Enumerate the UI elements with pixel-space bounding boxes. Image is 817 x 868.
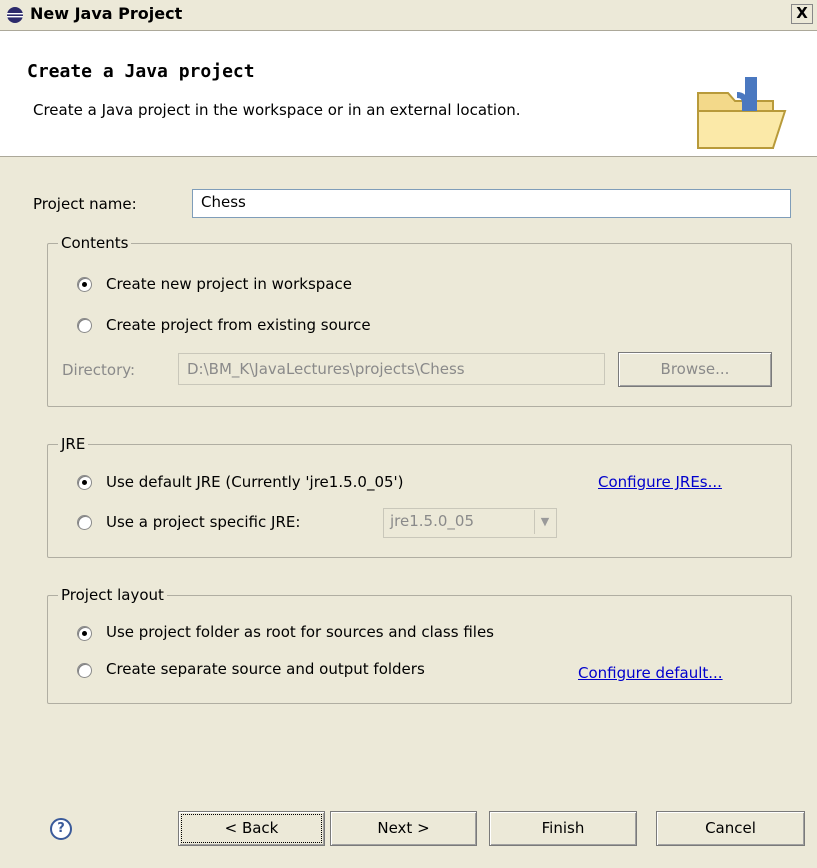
chevron-down-icon[interactable]: ▼ bbox=[534, 510, 555, 534]
default-jre-label[interactable]: Use default JRE (Currently 'jre1.5.0_05'… bbox=[106, 473, 404, 491]
jre-group: JRE bbox=[47, 435, 792, 558]
radio-create-from-existing[interactable] bbox=[77, 318, 92, 333]
help-icon[interactable]: ? bbox=[50, 818, 72, 840]
jre-group-title: JRE bbox=[58, 435, 89, 453]
radio-specific-jre[interactable] bbox=[77, 515, 92, 530]
project-layout-group: Project layout bbox=[47, 586, 792, 704]
configure-default-link[interactable]: Configure default... bbox=[578, 664, 723, 682]
java-project-folder-icon bbox=[697, 77, 787, 149]
wizard-description: Create a Java project in the workspace o… bbox=[33, 101, 521, 119]
finish-button[interactable]: Finish bbox=[489, 811, 637, 846]
window-title: New Java Project bbox=[30, 4, 183, 23]
cancel-button[interactable]: Cancel bbox=[656, 811, 805, 846]
project-name-input[interactable]: Chess bbox=[192, 189, 791, 218]
next-button[interactable]: Next > bbox=[330, 811, 477, 846]
back-button[interactable]: < Back bbox=[178, 811, 325, 846]
create-from-existing-label[interactable]: Create project from existing source bbox=[106, 316, 371, 334]
project-name-label-text: Project name: bbox=[33, 195, 137, 213]
project-layout-group-title: Project layout bbox=[58, 586, 167, 604]
radio-create-in-workspace[interactable] bbox=[77, 277, 92, 292]
new-java-project-dialog: New Java Project X Create a Java project… bbox=[0, 0, 817, 868]
project-folder-root-label[interactable]: Use project folder as root for sources a… bbox=[106, 623, 494, 641]
browse-button[interactable]: Browse... bbox=[618, 352, 772, 387]
radio-default-jre[interactable] bbox=[77, 475, 92, 490]
specific-jre-value: jre1.5.0_05 bbox=[390, 512, 474, 530]
create-in-workspace-label[interactable]: Create new project in workspace bbox=[106, 275, 352, 293]
directory-input[interactable]: D:\BM_K\JavaLectures\projects\Chess bbox=[178, 353, 605, 385]
contents-group-title: Contents bbox=[58, 234, 132, 252]
wizard-banner: Create a Java project Create a Java proj… bbox=[0, 31, 817, 157]
close-button[interactable]: X bbox=[791, 4, 813, 24]
directory-label: Directory: bbox=[62, 361, 136, 379]
project-name-label: Project name: bbox=[33, 195, 137, 213]
eclipse-icon bbox=[7, 7, 23, 23]
separate-folders-label[interactable]: Create separate source and output folder… bbox=[106, 660, 425, 678]
radio-separate-folders[interactable] bbox=[77, 663, 92, 678]
radio-project-folder-root[interactable] bbox=[77, 626, 92, 641]
specific-jre-select[interactable]: jre1.5.0_05 ▼ bbox=[383, 508, 557, 538]
wizard-heading: Create a Java project bbox=[27, 61, 255, 82]
specific-jre-label[interactable]: Use a project specific JRE: bbox=[106, 513, 300, 531]
title-bar: New Java Project X bbox=[0, 0, 817, 31]
configure-jres-link[interactable]: Configure JREs... bbox=[598, 473, 722, 491]
